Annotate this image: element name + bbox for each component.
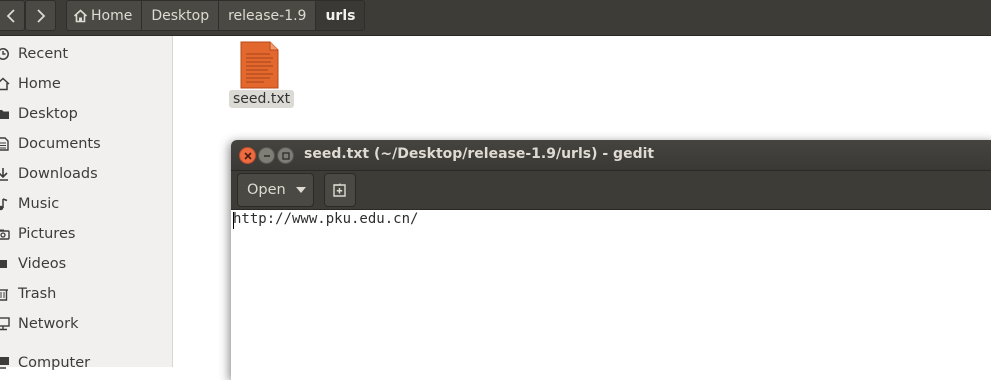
close-button[interactable]	[239, 147, 256, 164]
sidebar-item-label: Network	[18, 316, 79, 332]
minimize-icon	[263, 154, 270, 157]
breadcrumb: Home Desktop release-1.9 urls	[66, 0, 366, 31]
sidebar-item-downloads[interactable]: Downloads	[0, 159, 172, 189]
sidebar-item-documents[interactable]: Documents	[0, 129, 172, 159]
music-icon	[0, 197, 18, 211]
sidebar-item-label: Desktop	[18, 106, 78, 122]
trash-icon	[0, 287, 18, 301]
breadcrumb-home[interactable]: Home	[67, 1, 143, 30]
maximize-icon	[281, 151, 290, 160]
editor-content[interactable]: http://www.pku.edu.cn/	[233, 211, 418, 227]
minimize-button[interactable]	[258, 147, 275, 164]
video-icon	[0, 257, 18, 271]
home-icon	[73, 8, 88, 23]
sidebar-item-home[interactable]: Home	[0, 69, 172, 99]
text-cursor	[233, 212, 234, 229]
sidebar-item-videos[interactable]: Videos	[0, 249, 172, 279]
close-icon	[243, 151, 252, 160]
new-tab-icon	[333, 183, 346, 197]
sidebar-item-trash[interactable]: Trash	[0, 279, 172, 309]
file-name-label[interactable]: seed.txt	[229, 90, 295, 108]
back-button[interactable]	[0, 0, 25, 31]
sidebar-item-label: Videos	[18, 256, 67, 272]
breadcrumb-urls[interactable]: urls	[316, 1, 365, 30]
sidebar-item-label: Downloads	[18, 166, 98, 182]
folder-icon	[0, 107, 18, 121]
gedit-titlebar[interactable]: seed.txt (~/Desktop/release-1.9/urls) - …	[231, 140, 991, 171]
download-icon	[0, 167, 18, 181]
sidebar-item-music[interactable]: Music	[0, 189, 172, 219]
sidebar-item-desktop[interactable]: Desktop	[0, 99, 172, 129]
clock-icon	[0, 47, 18, 61]
breadcrumb-desktop[interactable]: Desktop	[142, 1, 220, 30]
maximize-button[interactable]	[277, 147, 294, 164]
computer-icon	[0, 356, 18, 370]
gedit-toolbar: Open	[231, 171, 991, 210]
sidebar-item-label: Recent	[18, 46, 69, 62]
chevron-left-icon	[6, 8, 15, 23]
gedit-window: seed.txt (~/Desktop/release-1.9/urls) - …	[231, 140, 991, 380]
file-manager-header: Home Desktop release-1.9 urls	[0, 0, 991, 36]
sidebar: Recent Home Desktop Documents Downloads …	[0, 36, 173, 371]
sidebar-item-recent[interactable]: Recent	[0, 39, 172, 69]
chevron-right-icon	[36, 8, 45, 23]
sidebar-item-pictures[interactable]: Pictures	[0, 219, 172, 249]
breadcrumb-label: Home	[91, 7, 133, 24]
forward-button[interactable]	[25, 0, 56, 31]
sidebar-item-label: Documents	[18, 136, 101, 152]
open-button-label: Open	[247, 182, 286, 198]
breadcrumb-label: Desktop	[151, 7, 210, 24]
breadcrumb-label: urls	[325, 7, 356, 24]
breadcrumb-label: release-1.9	[228, 7, 307, 24]
document-icon	[0, 137, 18, 151]
sidebar-item-label: Trash	[18, 286, 57, 302]
breadcrumb-release[interactable]: release-1.9	[219, 1, 317, 30]
text-editor[interactable]: http://www.pku.edu.cn/	[231, 210, 991, 380]
sidebar-item-network[interactable]: Network	[0, 309, 172, 339]
new-document-button[interactable]	[324, 173, 356, 207]
dropdown-arrow-icon	[295, 187, 306, 193]
camera-icon	[0, 227, 18, 241]
sidebar-item-label: Pictures	[18, 226, 76, 242]
open-button[interactable]: Open	[237, 173, 314, 207]
window-title: seed.txt (~/Desktop/release-1.9/urls) - …	[304, 146, 655, 162]
network-icon	[0, 317, 18, 331]
sidebar-item-label: Computer	[18, 355, 91, 371]
home-icon	[0, 77, 18, 91]
text-file-icon[interactable]	[240, 41, 280, 89]
sidebar-item-label: Music	[18, 196, 60, 212]
sidebar-item-computer[interactable]: Computer	[0, 348, 172, 378]
sidebar-item-label: Home	[18, 76, 61, 92]
